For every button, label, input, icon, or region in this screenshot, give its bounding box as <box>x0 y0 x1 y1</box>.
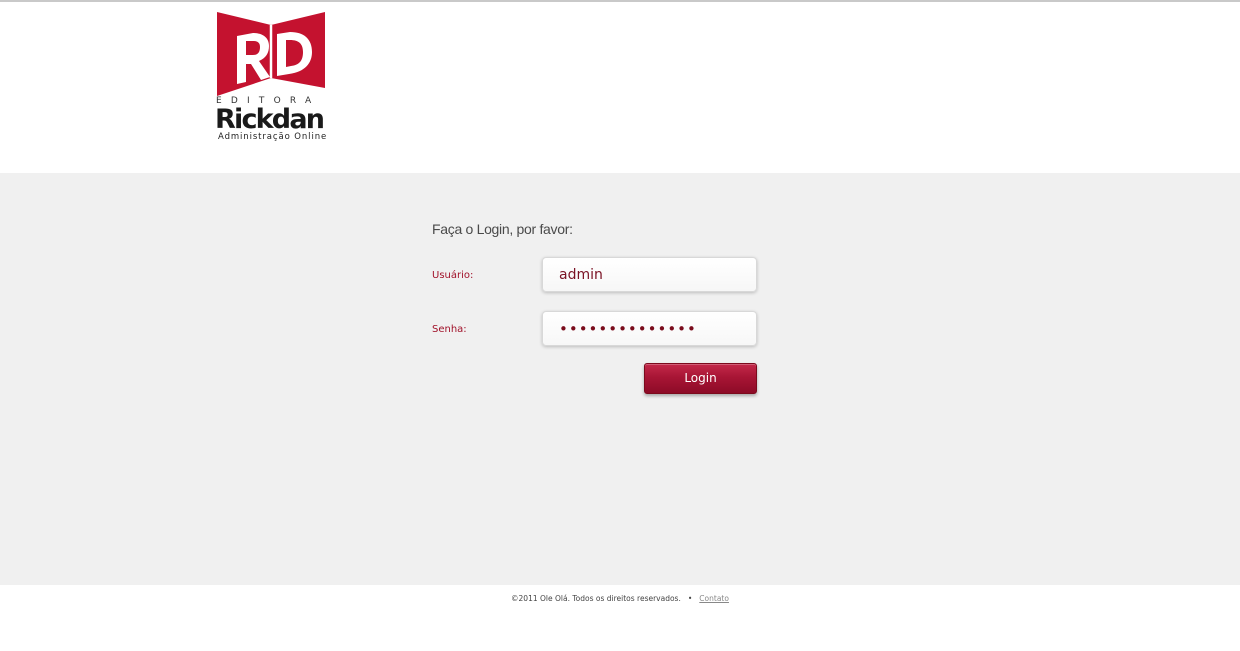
footer-line: ©2011 Ole Olá. Todos os direitos reserva… <box>0 594 1240 603</box>
footer: ©2011 Ole Olá. Todos os direitos reserva… <box>0 585 1240 651</box>
password-input[interactable] <box>543 312 756 345</box>
footer-separator: • <box>687 594 693 603</box>
login-title: Faça o Login, por favor: <box>432 221 573 237</box>
login-button[interactable]: Login <box>644 363 757 394</box>
username-field-wrapper <box>542 257 757 292</box>
footer-copyright: ©2011 Ole Olá. Todos os direitos reserva… <box>511 594 681 603</box>
rd-monogram-icon <box>217 12 325 96</box>
username-input[interactable] <box>543 258 756 291</box>
brand-subtitle: Administração Online <box>218 132 328 142</box>
header: EDITORA Rickdan Administração Online <box>0 2 1240 173</box>
brand-logo: EDITORA Rickdan Administração Online <box>215 10 327 146</box>
username-label: Usuário: <box>432 270 474 281</box>
password-label: Senha: <box>432 324 467 335</box>
password-field-wrapper <box>542 311 757 346</box>
login-section: Faça o Login, por favor: Usuário: Senha:… <box>0 173 1240 585</box>
contact-link[interactable]: Contato <box>699 594 729 603</box>
